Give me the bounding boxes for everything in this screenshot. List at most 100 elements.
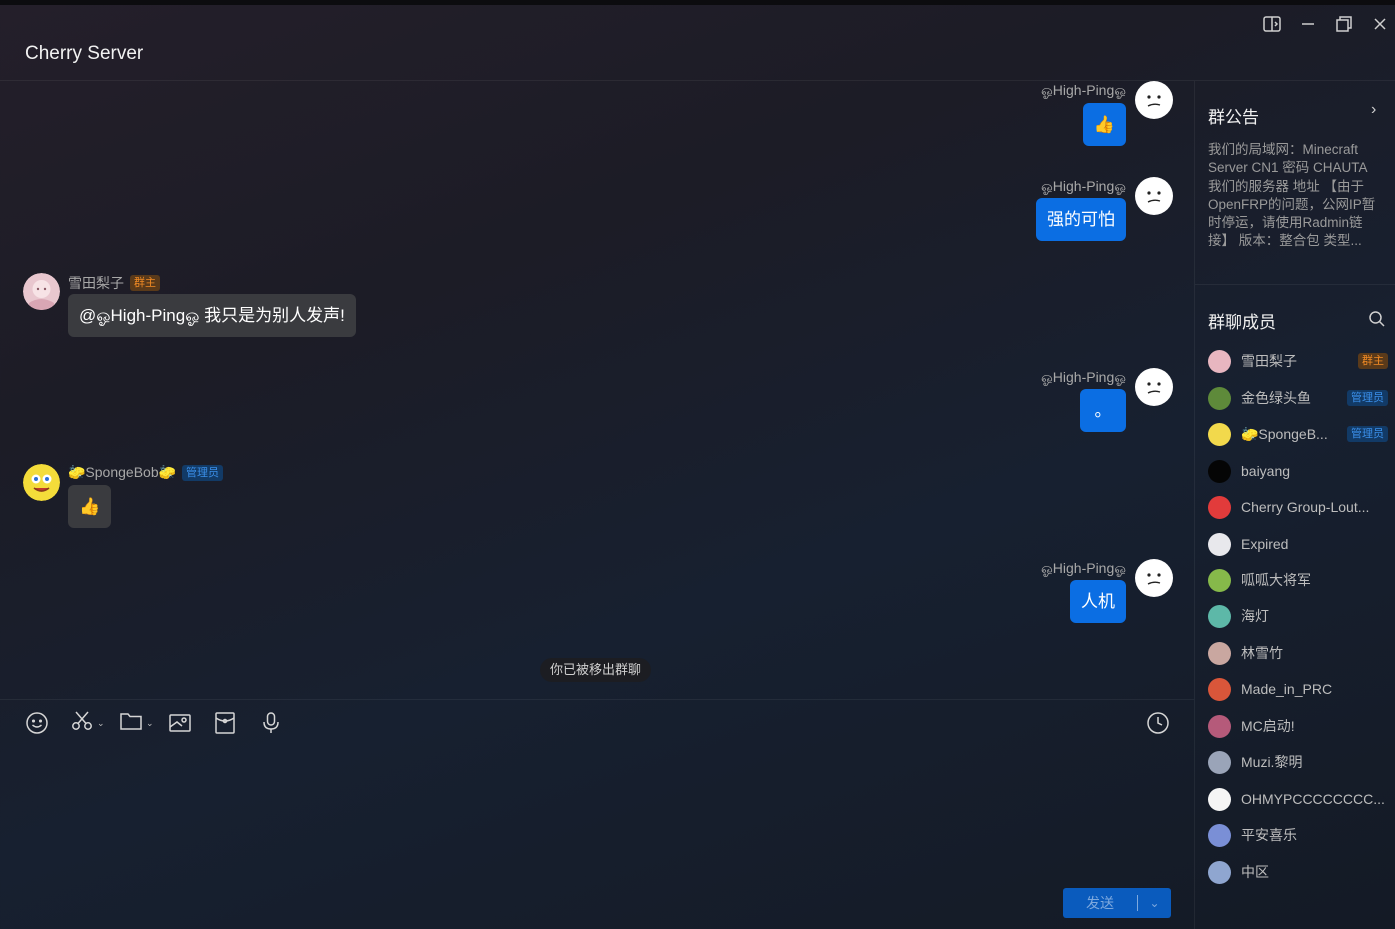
sender-name: ஓHigh-Pingஓ — [1041, 82, 1126, 98]
minimize-icon[interactable] — [1297, 13, 1319, 35]
send-button-label[interactable]: 发送 — [1063, 893, 1137, 913]
face-avatar[interactable] — [1135, 81, 1173, 119]
member-item[interactable]: 林雪竹 — [1208, 640, 1388, 666]
member-item[interactable]: baiyang — [1208, 458, 1388, 484]
member-name: Cherry Group-Lout... — [1241, 499, 1370, 515]
member-name: 平安喜乐 — [1241, 827, 1297, 843]
member-avatar[interactable] — [1208, 604, 1231, 628]
notice-text[interactable]: 我们的局域网：Minecraft Server CN1 密码 CHAUTA 我们… — [1208, 141, 1384, 253]
search-icon[interactable] — [1368, 310, 1386, 333]
notice-title[interactable]: 群公告 — [1208, 103, 1259, 128]
sender-name: ஓHigh-Pingஓ — [1041, 560, 1126, 576]
member-name: 金色绿头鱼 — [1241, 390, 1311, 406]
screenshot-tool[interactable]: ⌄ — [69, 710, 105, 736]
message-bubble[interactable]: 👍 — [1082, 103, 1126, 146]
member-item[interactable]: 平安喜乐 — [1208, 822, 1388, 848]
file-tool[interactable]: ⌄ — [118, 710, 154, 736]
member-avatar[interactable] — [1208, 568, 1231, 592]
member-item[interactable]: Made_in_PRC — [1208, 676, 1388, 702]
member-item[interactable]: 呱呱大将军 — [1208, 567, 1388, 593]
member-avatar[interactable] — [1208, 750, 1231, 774]
member-name: OHMYPCCCCCCCC... — [1241, 791, 1385, 807]
member-avatar[interactable] — [1208, 641, 1231, 665]
chevron-down-icon[interactable]: ⌄ — [146, 718, 154, 729]
member-item[interactable]: 🧽SpongeB... 管理员 — [1208, 421, 1388, 447]
member-avatar[interactable] — [1208, 677, 1231, 701]
message-composer[interactable]: ⌄ ⌄ 发送 ⌄ — [0, 699, 1194, 929]
message-bubble[interactable]: 。 — [1080, 389, 1126, 432]
member-name: Made_in_PRC — [1241, 681, 1333, 697]
member-name: Muzi.黎明 — [1241, 754, 1303, 770]
sidebar-toggle-icon[interactable] — [1261, 13, 1283, 35]
window-title: Cherry Server — [25, 43, 144, 64]
member-avatar[interactable] — [1208, 459, 1231, 483]
member-item[interactable]: Expired — [1208, 531, 1388, 557]
folder-icon[interactable] — [118, 708, 144, 739]
member-avatar[interactable] — [1208, 422, 1231, 446]
member-avatar[interactable] — [1208, 823, 1231, 847]
member-name: 海灯 — [1241, 608, 1269, 624]
divider — [1195, 284, 1395, 285]
member-name: 雪田梨子 — [1241, 353, 1297, 369]
member-avatar[interactable] — [1208, 860, 1231, 884]
admin-badge: 管理员 — [1347, 426, 1388, 442]
member-name: 🧽SpongeB... — [1241, 425, 1328, 442]
chevron-down-icon[interactable]: ⌄ — [1138, 896, 1171, 910]
title-bar: Cherry Server — [0, 5, 1395, 81]
image-icon[interactable] — [167, 710, 193, 736]
member-item[interactable]: Cherry Group-Lout... — [1208, 494, 1388, 520]
message-bubble[interactable]: 👍 — [68, 485, 112, 528]
scissors-icon[interactable] — [69, 708, 95, 739]
red-packet-icon[interactable] — [212, 710, 238, 736]
member-avatar[interactable] — [1208, 349, 1231, 373]
member-item[interactable]: 海灯 — [1208, 603, 1388, 629]
history-clock-icon[interactable] — [1145, 710, 1171, 736]
member-avatar[interactable] — [1208, 714, 1231, 738]
member-avatar[interactable] — [1208, 787, 1231, 811]
member-item[interactable]: Muzi.黎明 — [1208, 749, 1388, 775]
sender-avatar[interactable] — [23, 273, 60, 310]
member-name: 呱呱大将军 — [1241, 572, 1311, 588]
system-notice: 你已被移出群聊 — [540, 658, 652, 682]
emoji-icon[interactable] — [24, 710, 50, 736]
member-name: 林雪竹 — [1241, 645, 1283, 661]
member-item[interactable]: MC启动! — [1208, 713, 1388, 739]
member-name: 中区 — [1241, 864, 1269, 880]
close-icon[interactable] — [1369, 13, 1391, 35]
owner-badge: 群主 — [1358, 353, 1388, 369]
admin-badge: 管理员 — [182, 464, 224, 481]
member-item[interactable]: 雪田梨子 群主 — [1208, 348, 1388, 374]
member-avatar[interactable] — [1208, 495, 1231, 519]
message-bubble[interactable]: 人机 — [1070, 580, 1126, 623]
chevron-down-icon[interactable]: ⌄ — [97, 718, 105, 729]
member-item[interactable]: 中区 — [1208, 859, 1388, 885]
face-avatar[interactable] — [1135, 177, 1173, 215]
send-button[interactable]: 发送 ⌄ — [1063, 888, 1171, 918]
members-title: 群聊成员 — [1208, 313, 1276, 332]
microphone-icon[interactable] — [258, 710, 284, 736]
owner-badge: 群主 — [130, 275, 160, 291]
sender-name: ஓHigh-Pingஓ — [1041, 369, 1126, 385]
sender-avatar[interactable] — [23, 464, 60, 501]
member-name: MC启动! — [1241, 718, 1295, 734]
message-bubble[interactable]: 强的可怕 — [1036, 198, 1126, 241]
member-name: Expired — [1241, 536, 1289, 552]
message-bubble[interactable]: @ஓHigh-Pingஓ 我只是为别人发声! — [68, 294, 356, 337]
group-side-panel: 群公告 › 我们的局域网：Minecraft Server CN1 密码 CHA… — [1194, 81, 1395, 929]
face-avatar[interactable] — [1135, 559, 1173, 597]
chevron-right-icon[interactable]: › — [1371, 101, 1376, 119]
sender-name-row: 🧽SpongeBob🧽 管理员 — [68, 464, 224, 481]
member-avatar[interactable] — [1208, 386, 1231, 410]
admin-badge: 管理员 — [1347, 390, 1388, 406]
member-name: baiyang — [1241, 463, 1291, 479]
sender-name-row: 雪田梨子 群主 — [68, 273, 160, 293]
sender-name: 雪田梨子 — [68, 275, 124, 291]
restore-icon[interactable] — [1333, 13, 1355, 35]
sender-name: ஓHigh-Pingஓ — [1041, 178, 1126, 194]
member-item[interactable]: OHMYPCCCCCCCC... — [1208, 786, 1388, 812]
member-item[interactable]: 金色绿头鱼 管理员 — [1208, 385, 1388, 411]
face-avatar[interactable] — [1135, 368, 1173, 406]
member-avatar[interactable] — [1208, 532, 1231, 556]
chat-history[interactable]: ஓHigh-Pingஓ 👍 ஓHigh-Pingஓ 强的可怕 雪田梨子 群主 @… — [0, 81, 1194, 699]
sender-name: 🧽SpongeBob🧽 — [68, 464, 177, 480]
